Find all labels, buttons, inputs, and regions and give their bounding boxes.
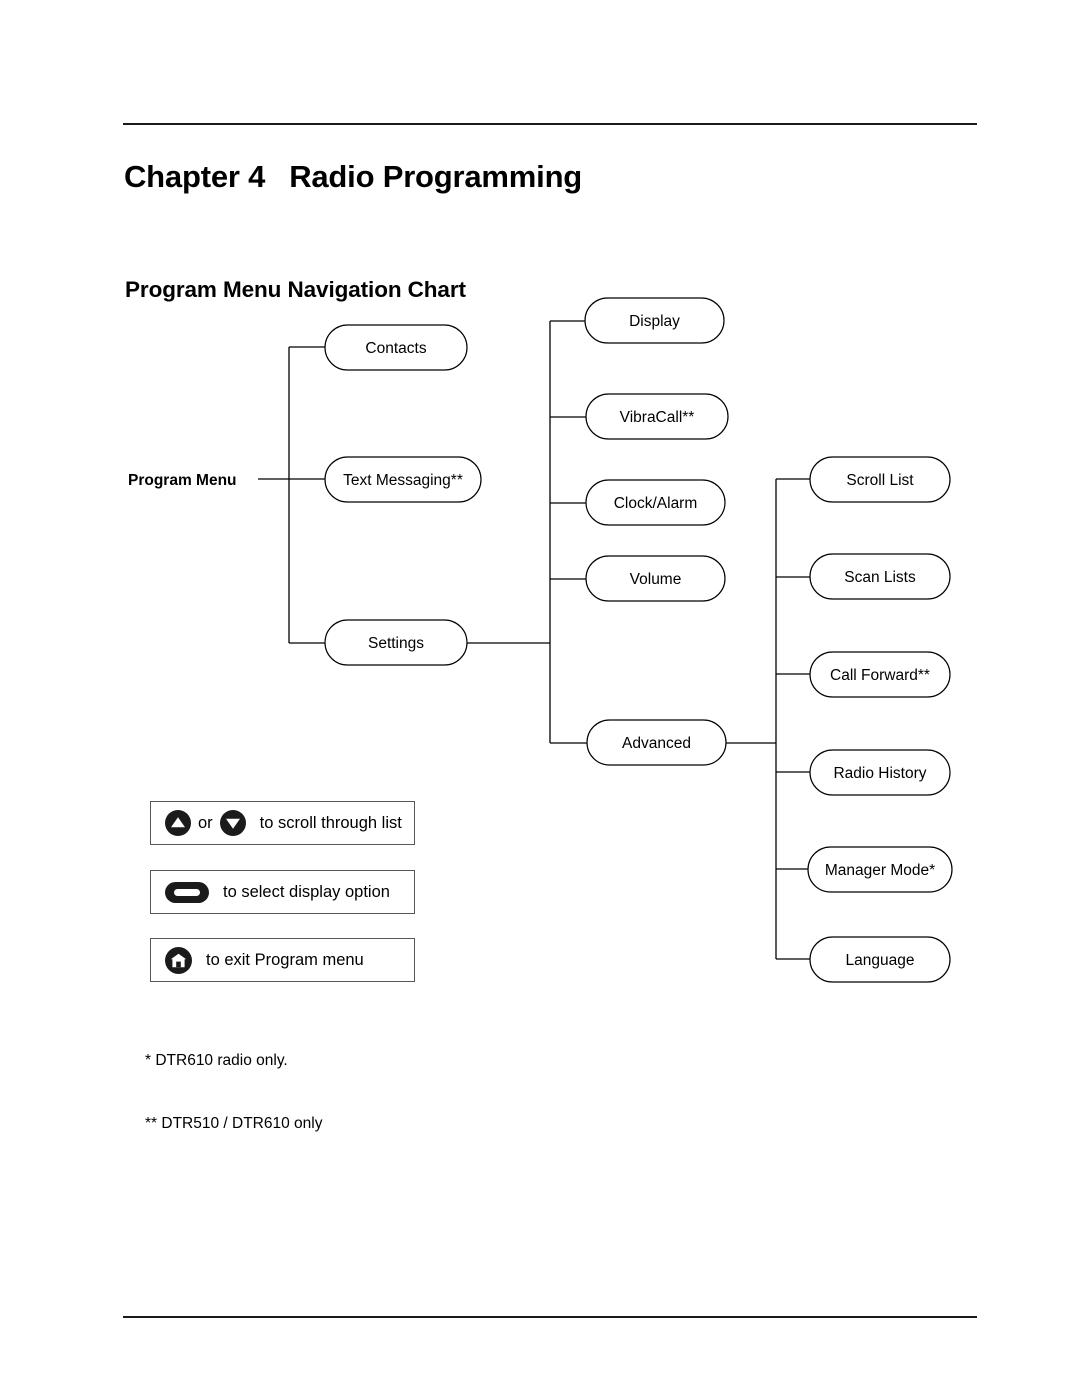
chart-node-scan-lists: Scan Lists — [809, 553, 951, 600]
footnotes-block: * DTR610 radio only. ** DTR510 / DTR610 … — [145, 1008, 322, 1176]
chart-node-advanced: Advanced — [586, 719, 727, 766]
node-label: Text Messaging** — [343, 472, 463, 489]
program-menu-navigation-chart: Program Menu Contacts Text Messaging** Set… — [128, 297, 953, 983]
legend-or-label: or — [198, 813, 213, 832]
chart-node-scroll-list: Scroll List — [809, 456, 951, 503]
chart-node-manager-mode: Manager Mode* — [807, 846, 953, 893]
triangle-up-button-icon — [165, 810, 191, 836]
legend-scroll-text: to scroll through list — [259, 813, 402, 832]
legend-exit-row: to exit Program menu — [150, 938, 415, 982]
chart-node-display: Display — [584, 297, 725, 344]
node-label: Settings — [368, 635, 424, 652]
chart-node-volume: Volume — [585, 555, 726, 602]
node-label: Radio History — [833, 765, 926, 782]
legend-select-row: to select display option — [150, 870, 415, 914]
legend-scroll-row: or to scroll through list — [150, 801, 415, 845]
node-label: Advanced — [622, 735, 691, 752]
node-label: Volume — [630, 571, 682, 588]
chart-node-clock-alarm: Clock/Alarm — [585, 479, 726, 526]
select-pill-button-icon — [165, 881, 209, 903]
home-button-icon — [165, 946, 192, 974]
node-label: VibraCall** — [620, 409, 695, 426]
footnote-double-asterisk: ** DTR510 / DTR610 only — [145, 1115, 323, 1132]
node-label: Manager Mode* — [825, 862, 935, 879]
chart-node-language: Language — [809, 936, 951, 983]
legend-exit-text: to exit Program menu — [206, 950, 364, 969]
legend-select-text: to select display option — [223, 882, 390, 901]
root-label: Program Menu — [128, 472, 237, 489]
chart-node-text-messaging: Text Messaging** — [324, 456, 482, 503]
chart-node-call-forward: Call Forward** — [809, 651, 951, 698]
node-label: Scroll List — [846, 472, 914, 489]
node-label: Call Forward** — [830, 667, 930, 684]
document-page: Chapter 4 Radio Programming Program Menu … — [0, 0, 1080, 1397]
triangle-down-button-icon — [219, 810, 246, 836]
node-label: Language — [846, 952, 915, 969]
node-label: Scan Lists — [844, 569, 916, 586]
chart-node-vibracall: VibraCall** — [585, 393, 729, 440]
node-label: Clock/Alarm — [614, 495, 698, 512]
chart-node-radio-history: Radio History — [809, 749, 951, 796]
footnote-single-asterisk: * DTR610 radio only. — [145, 1052, 288, 1069]
node-label: Display — [629, 313, 680, 330]
chart-node-contacts: Contacts — [324, 324, 468, 371]
chart-node-settings: Settings — [324, 619, 468, 666]
node-label: Contacts — [365, 340, 426, 357]
chart-node-layer: Contacts Text Messaging** Settings Display V… — [324, 297, 953, 983]
footer-rule — [123, 1316, 977, 1318]
